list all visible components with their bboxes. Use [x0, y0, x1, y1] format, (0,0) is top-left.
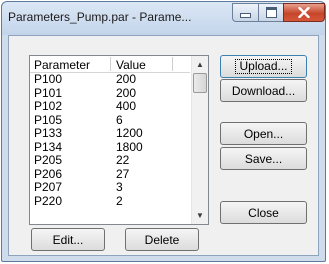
parameter-cell: P134 [34, 139, 63, 154]
scroll-up-button[interactable]: ▲ [192, 56, 208, 73]
list-row[interactable]: P205 22 [30, 153, 190, 168]
value-cell: 3 [116, 180, 123, 194]
value-cell: 22 [116, 153, 130, 167]
open-button[interactable]: Open... [220, 122, 307, 145]
value-cell: 27 [116, 166, 130, 181]
scroll-down-arrow-icon: ▼ [196, 211, 204, 220]
parameter-cell: P220 [34, 193, 63, 208]
minimize-button[interactable] [232, 3, 259, 22]
list-row[interactable]: P102 400 [30, 99, 190, 114]
column-divider[interactable] [110, 57, 111, 71]
download-button[interactable]: Download... [220, 79, 307, 102]
column-header-parameter[interactable]: Parameter [34, 58, 90, 72]
parameter-list[interactable]: Parameter Value P100 200 P101 200 P102 4… [29, 55, 209, 225]
edit-button-label: Edit... [52, 232, 84, 247]
parameter-cell: P101 [34, 85, 63, 100]
column-header-value[interactable]: Value [116, 58, 146, 72]
delete-button-label: Delete [144, 232, 180, 247]
title-bar[interactable]: Parameters_Pump.par - Parame... [2, 2, 325, 35]
value-cell: 1200 [116, 126, 143, 140]
column-divider[interactable] [172, 57, 173, 71]
edit-button[interactable]: Edit... [31, 228, 105, 251]
parameter-cell: P205 [34, 153, 63, 167]
open-button-label: Open... [243, 126, 284, 141]
close-button-label: Close [248, 205, 279, 220]
value-cell: 400 [116, 99, 137, 113]
save-button[interactable]: Save... [220, 147, 307, 170]
list-row[interactable]: P100 200 [30, 73, 190, 87]
scrollbar-thumb[interactable] [193, 73, 207, 93]
dialog-window: Parameters_Pump.par - Parame... Paramete… [1, 1, 326, 262]
upload-button-label: Upload... [235, 59, 292, 74]
value-cell: 200 [116, 85, 137, 100]
list-row[interactable]: P207 3 [30, 180, 190, 195]
maximize-button[interactable] [258, 3, 284, 22]
parameter-cell: P105 [34, 112, 63, 127]
parameter-cell: P133 [34, 126, 63, 140]
upload-button[interactable]: Upload... [220, 55, 307, 78]
list-row[interactable]: P105 6 [30, 112, 190, 128]
dialog-client-area: Parameter Value P100 200 P101 200 P102 4… [8, 35, 319, 256]
value-cell: 2 [116, 193, 123, 208]
value-cell: 1800 [116, 139, 143, 154]
vertical-scrollbar[interactable]: ▲ ▼ [191, 56, 208, 224]
maximize-icon [265, 7, 277, 18]
close-button[interactable]: Close [220, 201, 307, 224]
list-header: Parameter Value [30, 56, 190, 73]
scroll-down-button[interactable]: ▼ [192, 207, 208, 224]
list-row[interactable]: P101 200 [30, 85, 190, 101]
minimize-icon [240, 13, 251, 18]
save-button-label: Save... [244, 151, 283, 166]
scroll-up-arrow-icon: ▲ [196, 60, 204, 69]
delete-button[interactable]: Delete [125, 228, 199, 251]
list-body: P100 200 P101 200 P102 400 P105 6 P133 1… [30, 73, 190, 224]
value-cell: 6 [116, 112, 123, 127]
list-row[interactable]: P206 27 [30, 166, 190, 182]
parameter-cell: P207 [34, 180, 63, 194]
parameter-cell: P102 [34, 99, 63, 113]
list-row[interactable]: P133 1200 [30, 126, 190, 141]
close-icon [298, 7, 310, 18]
close-window-button[interactable] [283, 3, 325, 22]
parameter-cell: P206 [34, 166, 63, 181]
value-cell: 200 [116, 73, 137, 86]
parameter-cell: P100 [34, 73, 63, 86]
list-row[interactable]: P220 2 [30, 193, 190, 209]
list-row[interactable]: P134 1800 [30, 139, 190, 155]
download-button-label: Download... [231, 83, 296, 98]
window-title: Parameters_Pump.par - Parame... [8, 10, 192, 24]
